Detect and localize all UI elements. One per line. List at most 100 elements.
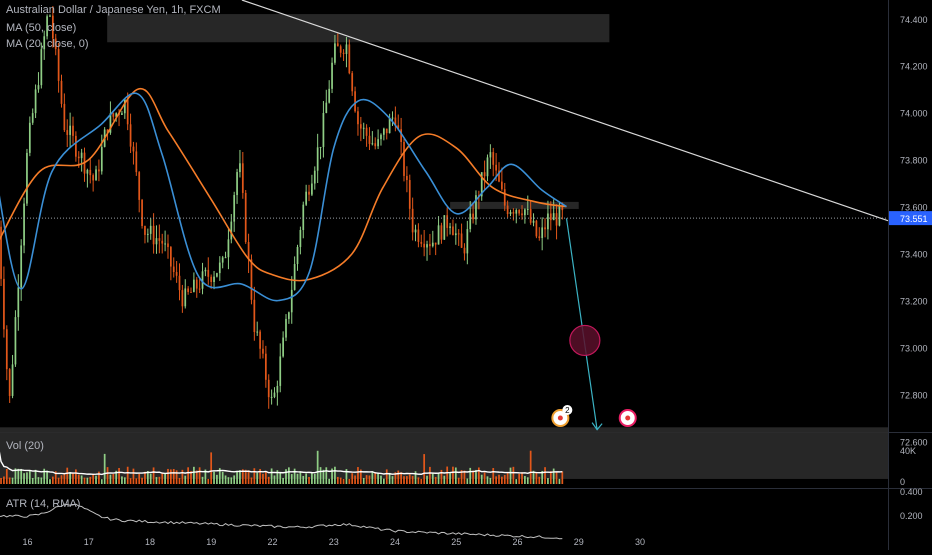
- volume-bar[interactable]: [132, 468, 135, 484]
- candle-body[interactable]: [486, 157, 489, 177]
- volume-bar[interactable]: [213, 471, 215, 484]
- candle-body[interactable]: [293, 264, 296, 290]
- volume-bar[interactable]: [60, 475, 63, 484]
- volume-bar[interactable]: [521, 472, 523, 484]
- volume-bar[interactable]: [397, 470, 400, 484]
- candle-body[interactable]: [224, 257, 227, 259]
- volume-bar[interactable]: [302, 475, 305, 484]
- volume-bar[interactable]: [339, 477, 342, 484]
- candle-body[interactable]: [359, 124, 362, 129]
- candle-body[interactable]: [509, 212, 512, 215]
- volume-bar[interactable]: [524, 476, 526, 484]
- volume-bar[interactable]: [28, 470, 31, 484]
- candle-body[interactable]: [20, 245, 23, 288]
- candle-body[interactable]: [521, 213, 523, 216]
- volume-bar[interactable]: [391, 476, 394, 484]
- candle-body[interactable]: [449, 226, 451, 228]
- volume-bar[interactable]: [69, 472, 71, 484]
- volume-legend[interactable]: Vol (20): [6, 440, 44, 452]
- candle-body[interactable]: [437, 225, 440, 245]
- volume-bar[interactable]: [362, 477, 365, 484]
- volume-bar[interactable]: [282, 477, 284, 484]
- candle-body[interactable]: [282, 337, 284, 357]
- volume-bar[interactable]: [489, 477, 492, 484]
- volume-bar[interactable]: [449, 473, 451, 484]
- volume-bar[interactable]: [279, 472, 282, 484]
- volume-bar[interactable]: [135, 478, 138, 484]
- volume-bar[interactable]: [247, 470, 250, 484]
- volume-bar[interactable]: [221, 471, 224, 484]
- candle-body[interactable]: [198, 288, 201, 290]
- candle-body[interactable]: [334, 43, 336, 63]
- volume-bar[interactable]: [555, 471, 558, 484]
- volume-bar[interactable]: [267, 476, 270, 484]
- candle-body[interactable]: [492, 152, 495, 165]
- candle-body[interactable]: [345, 44, 348, 54]
- volume-bar[interactable]: [463, 470, 466, 484]
- candle-body[interactable]: [132, 146, 135, 152]
- volume-bar[interactable]: [354, 475, 356, 484]
- volume-bar[interactable]: [40, 477, 43, 484]
- candle-body[interactable]: [135, 151, 138, 173]
- candle-body[interactable]: [178, 275, 181, 291]
- candle-body[interactable]: [377, 139, 379, 147]
- candle-body[interactable]: [221, 257, 224, 263]
- volume-bar[interactable]: [348, 478, 351, 484]
- candle-body[interactable]: [89, 169, 92, 176]
- volume-bar[interactable]: [342, 479, 345, 484]
- candle-body[interactable]: [524, 209, 526, 216]
- candle-body[interactable]: [558, 206, 561, 226]
- resistance-zone[interactable]: [107, 14, 610, 43]
- volume-bar[interactable]: [172, 469, 175, 484]
- volume-bar[interactable]: [431, 473, 434, 484]
- candle-body[interactable]: [175, 272, 178, 276]
- volume-bar[interactable]: [446, 466, 449, 484]
- volume-bar[interactable]: [207, 478, 210, 484]
- volume-bar[interactable]: [374, 472, 377, 484]
- candle-body[interactable]: [34, 89, 37, 114]
- volume-bar[interactable]: [311, 472, 313, 484]
- volume-bar[interactable]: [515, 479, 518, 484]
- volume-bar[interactable]: [169, 469, 172, 484]
- volume-bar[interactable]: [498, 474, 500, 484]
- volume-bar[interactable]: [8, 477, 11, 484]
- candle-body[interactable]: [11, 364, 14, 396]
- candle-body[interactable]: [149, 225, 152, 234]
- candle-body[interactable]: [544, 227, 546, 230]
- candle-body[interactable]: [218, 262, 221, 274]
- volume-bar[interactable]: [11, 477, 14, 484]
- volume-bar[interactable]: [454, 467, 457, 484]
- candle-body[interactable]: [193, 279, 195, 292]
- candle-body[interactable]: [322, 112, 325, 147]
- volume-bar[interactable]: [236, 470, 238, 484]
- volume-bar[interactable]: [411, 475, 414, 484]
- candle-body[interactable]: [408, 180, 411, 209]
- candle-body[interactable]: [431, 242, 434, 247]
- candle-body[interactable]: [28, 122, 31, 153]
- candle-body[interactable]: [262, 348, 264, 354]
- volume-bar[interactable]: [37, 477, 40, 484]
- volume-bar[interactable]: [469, 467, 472, 484]
- candle-body[interactable]: [547, 213, 549, 230]
- volume-bar[interactable]: [112, 474, 115, 484]
- volume-bar[interactable]: [325, 467, 328, 484]
- candle-body[interactable]: [80, 152, 83, 159]
- volume-bar[interactable]: [103, 453, 106, 484]
- volume-bar[interactable]: [92, 474, 95, 484]
- volume-bar[interactable]: [351, 473, 354, 484]
- volume-bar[interactable]: [66, 467, 69, 484]
- volume-bar[interactable]: [167, 468, 169, 484]
- ma20-legend[interactable]: MA (20, close, 0): [6, 38, 89, 50]
- candle-body[interactable]: [207, 269, 210, 277]
- candle-body[interactable]: [17, 287, 20, 318]
- candle-body[interactable]: [126, 99, 129, 125]
- candle-body[interactable]: [3, 278, 5, 330]
- candle-body[interactable]: [325, 102, 328, 113]
- candle-body[interactable]: [426, 244, 428, 248]
- candle-body[interactable]: [483, 172, 486, 177]
- candle-body[interactable]: [331, 62, 333, 89]
- volume-bar[interactable]: [509, 467, 512, 484]
- volume-bar[interactable]: [426, 475, 428, 484]
- candle-body[interactable]: [279, 356, 282, 386]
- volume-bar[interactable]: [149, 473, 152, 484]
